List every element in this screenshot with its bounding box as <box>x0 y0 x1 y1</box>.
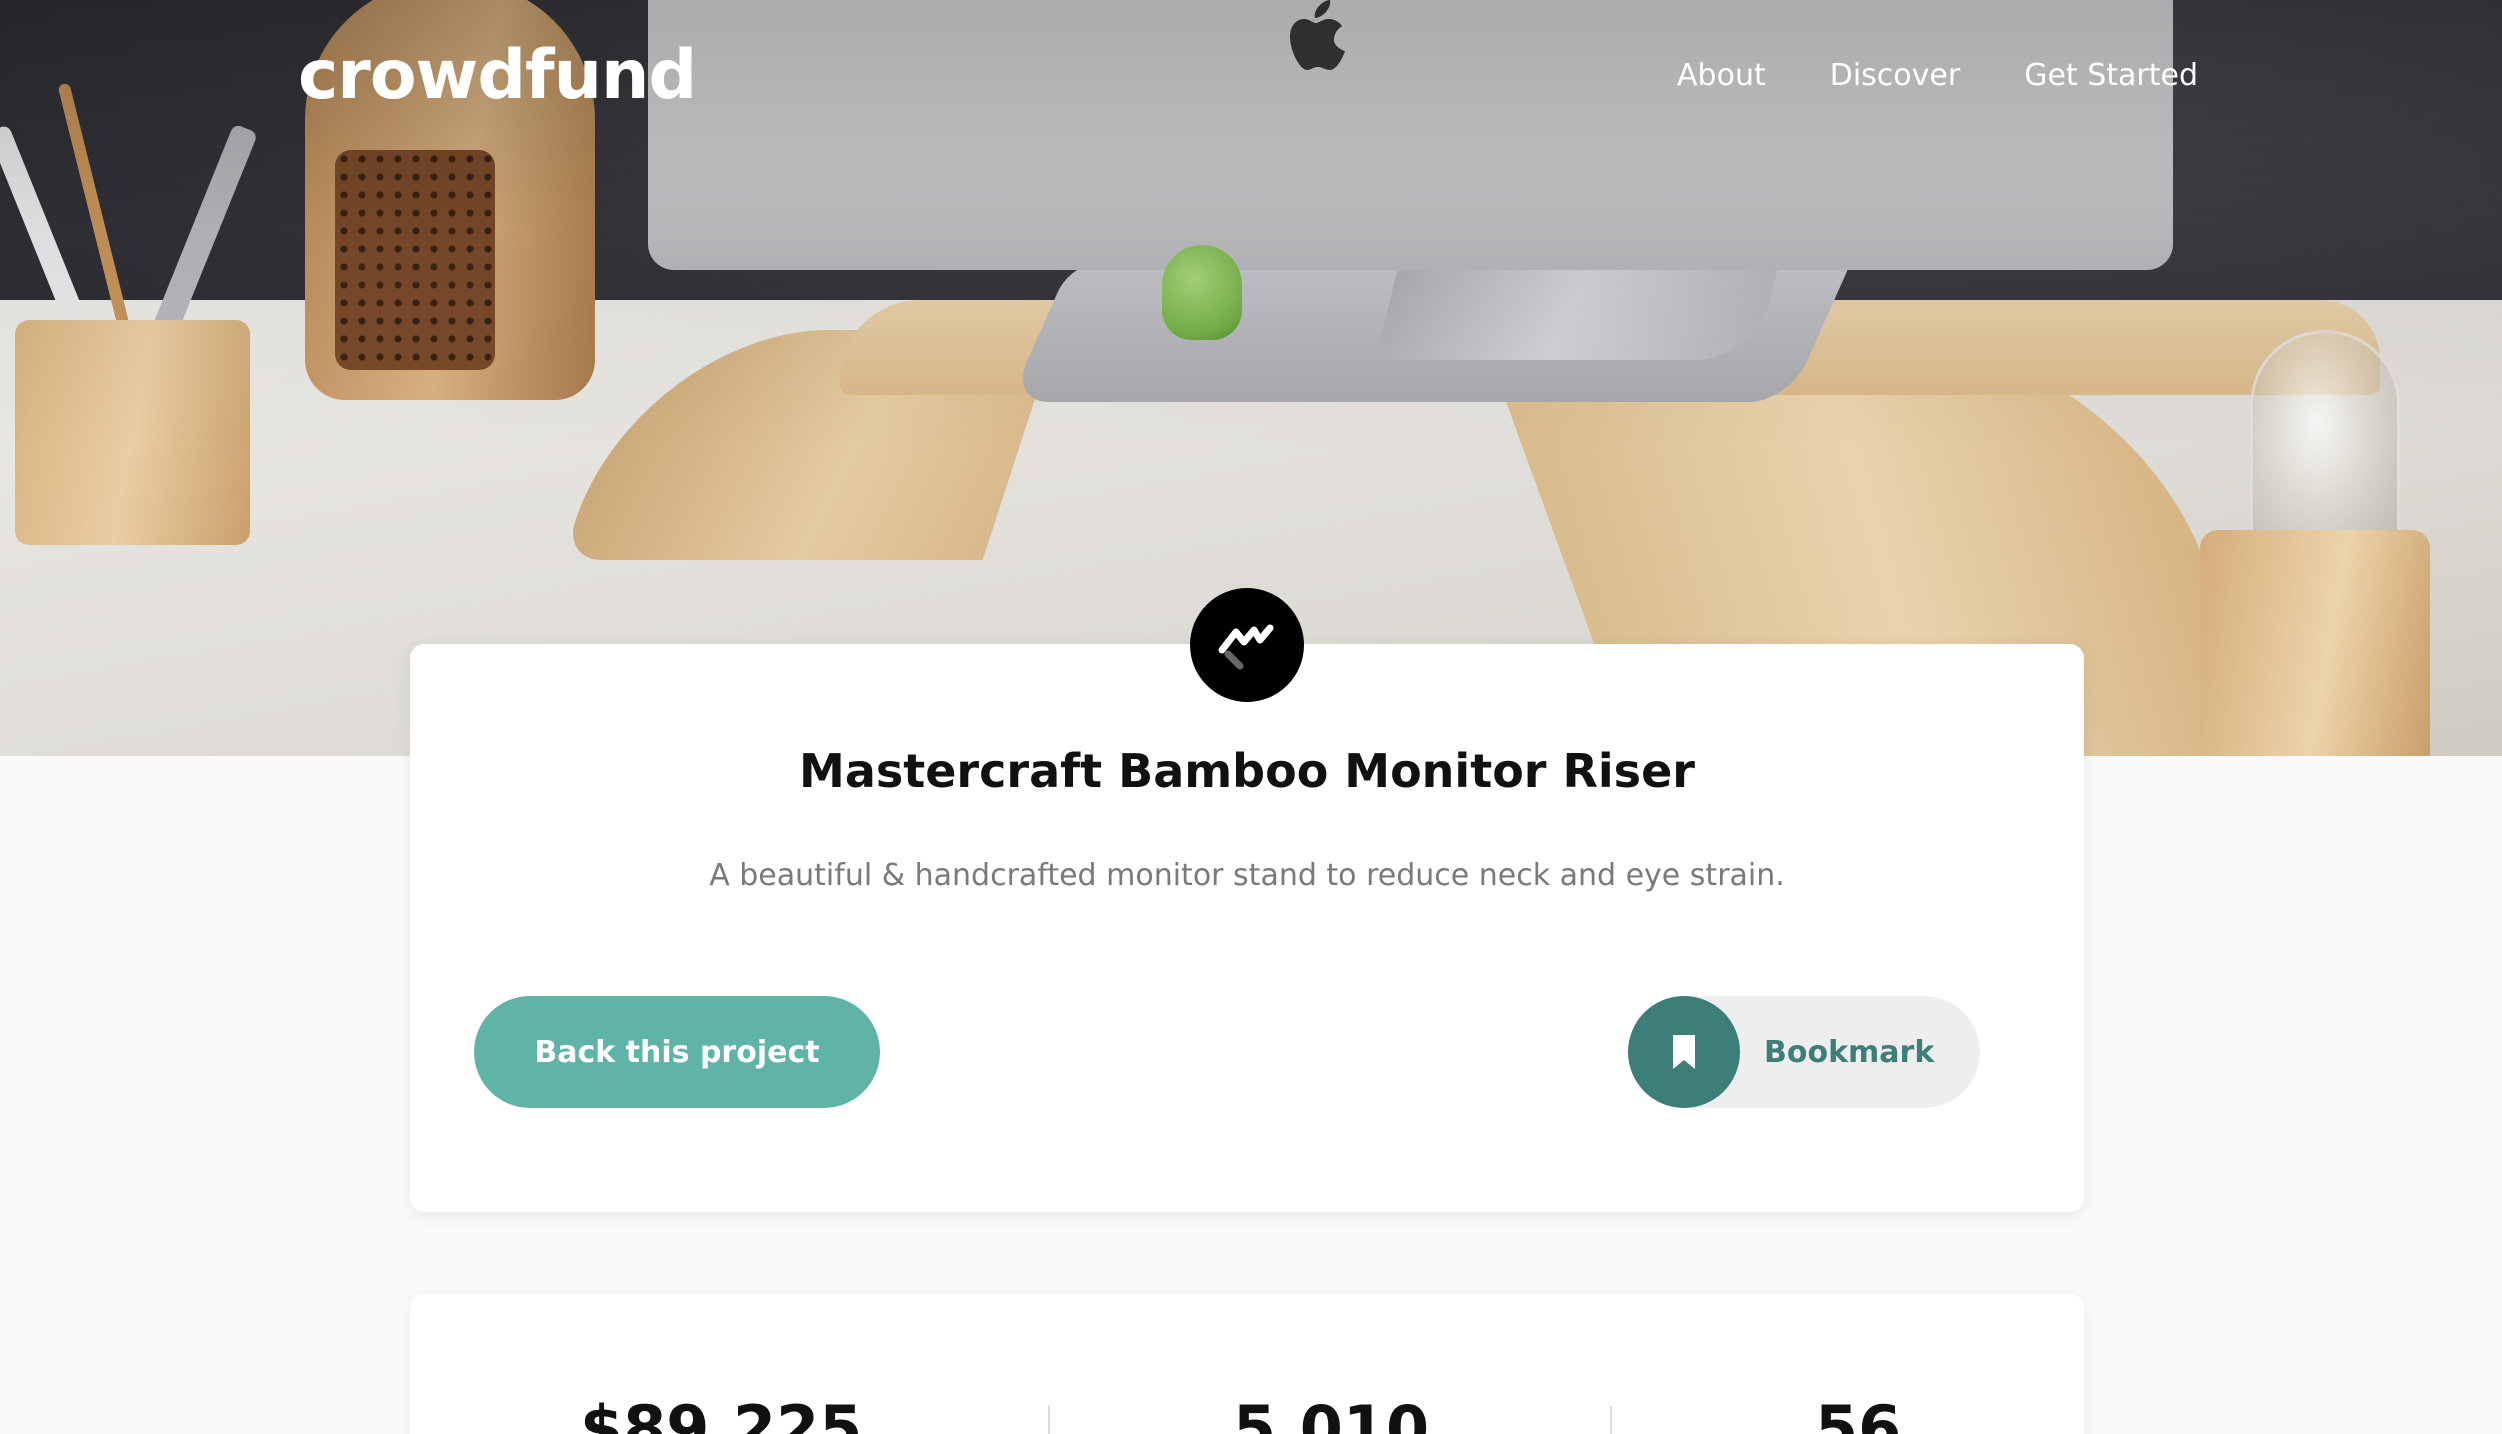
stat-divider <box>1610 1406 1612 1434</box>
back-project-button[interactable]: Back this project <box>474 996 880 1108</box>
bookmark-icon-circle <box>1628 996 1740 1108</box>
project-title: Mastercraft Bamboo Monitor Riser <box>799 744 1695 798</box>
stats-card: $89,225 5,010 56 <box>410 1294 2084 1434</box>
stat-divider <box>1048 1406 1050 1434</box>
nav-link-about[interactable]: About <box>1677 58 1766 93</box>
nav-link-discover[interactable]: Discover <box>1830 58 1960 93</box>
stat-total-backers: 5,010 <box>1233 1392 1430 1434</box>
bookmark-icon <box>1673 1035 1695 1069</box>
bookmark-label: Bookmark <box>1764 1034 1935 1070</box>
project-card: Mastercraft Bamboo Monitor Riser A beaut… <box>410 644 2084 1212</box>
nav-link-get-started[interactable]: Get Started <box>2024 58 2198 93</box>
mastercraft-logo-icon <box>1190 588 1304 702</box>
main-nav: About Discover Get Started <box>1677 58 2198 93</box>
bookmark-button[interactable]: Bookmark <box>1628 996 1980 1108</box>
stat-backed-amount: $89,225 <box>580 1392 863 1434</box>
mastercraft-logo-glyph <box>1218 624 1274 670</box>
site-logo[interactable]: crowdfund <box>298 36 697 115</box>
project-description: A beautiful & handcrafted monitor stand … <box>709 858 1785 893</box>
stat-days-left: 56 <box>1815 1392 1902 1434</box>
